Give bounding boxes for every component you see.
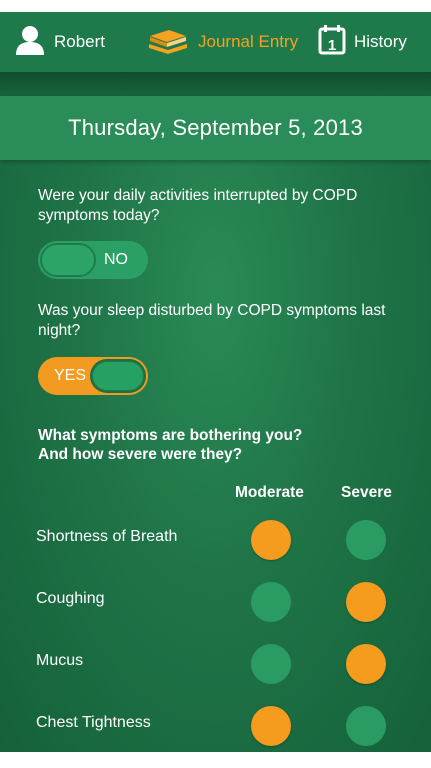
nav-journal-label: Journal Entry	[198, 32, 299, 51]
nav-journal-entry[interactable]: Journal Entry	[146, 12, 298, 72]
date-text: Thursday, September 5, 2013	[68, 115, 363, 140]
toggle-value: NO	[104, 251, 128, 268]
symptoms-heading: What symptoms are bothering you? And how…	[38, 426, 378, 464]
symptom-label: Shortness of Breath	[36, 528, 178, 545]
severity-severe-radio[interactable]	[346, 520, 386, 560]
nav-user[interactable]: Robert	[14, 12, 105, 72]
nav-user-label: Robert	[54, 32, 106, 51]
column-severe: Severe	[341, 484, 392, 501]
symptoms-heading-line1: What symptoms are bothering you?	[38, 427, 303, 444]
nav-history[interactable]: 1 History	[318, 12, 407, 72]
severity-moderate-radio[interactable]	[251, 520, 291, 560]
activities-toggle[interactable]: NO	[38, 241, 148, 279]
toggle-knob[interactable]	[40, 243, 96, 277]
severity-moderate-radio[interactable]	[251, 644, 291, 684]
symptoms-heading-line2: And how severe were they?	[38, 446, 243, 463]
nav-history-label: History	[354, 32, 407, 51]
nav-shadow-divider	[0, 72, 431, 96]
severity-severe-radio[interactable]	[346, 582, 386, 622]
symptom-label: Chest Tightness	[36, 714, 151, 731]
toggle-knob[interactable]	[90, 359, 146, 393]
date-header: Thursday, September 5, 2013	[0, 96, 431, 160]
question-sleep: Was your sleep disturbed by COPD symptom…	[38, 302, 386, 339]
severity-moderate-radio[interactable]	[251, 582, 291, 622]
toggle-value: YES	[54, 367, 87, 384]
severity-severe-radio[interactable]	[346, 644, 386, 684]
user-icon	[14, 25, 46, 60]
top-nav: Robert Journal Entry 1 History	[0, 12, 431, 72]
calendar-icon: 1	[318, 24, 346, 60]
sleep-toggle[interactable]: YES	[38, 357, 148, 395]
symptom-label: Mucus	[36, 652, 84, 669]
books-icon	[146, 26, 190, 59]
question-activities: Were your daily activities interrupted b…	[38, 187, 358, 224]
severity-moderate-radio[interactable]	[251, 706, 291, 746]
severity-severe-radio[interactable]	[346, 706, 386, 746]
column-moderate: Moderate	[235, 484, 304, 501]
calendar-day: 1	[328, 37, 336, 54]
journal-screen: Robert Journal Entry 1 History Thursday,…	[0, 12, 431, 752]
symptom-label: Coughing	[36, 590, 105, 607]
